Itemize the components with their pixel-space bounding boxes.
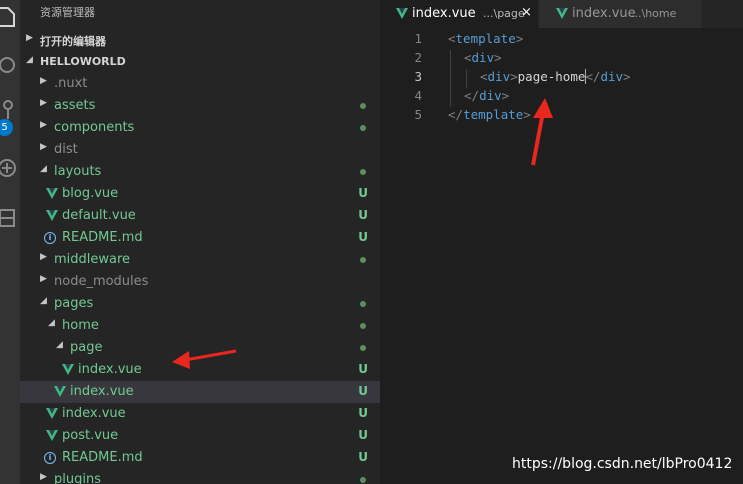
watermark-text: https://blog.csdn.net/lbPro0412 xyxy=(512,456,733,472)
arrow-to-file-icon xyxy=(172,349,237,369)
annotation-arrows xyxy=(172,98,553,369)
arrow-to-cursor-icon xyxy=(531,98,553,166)
